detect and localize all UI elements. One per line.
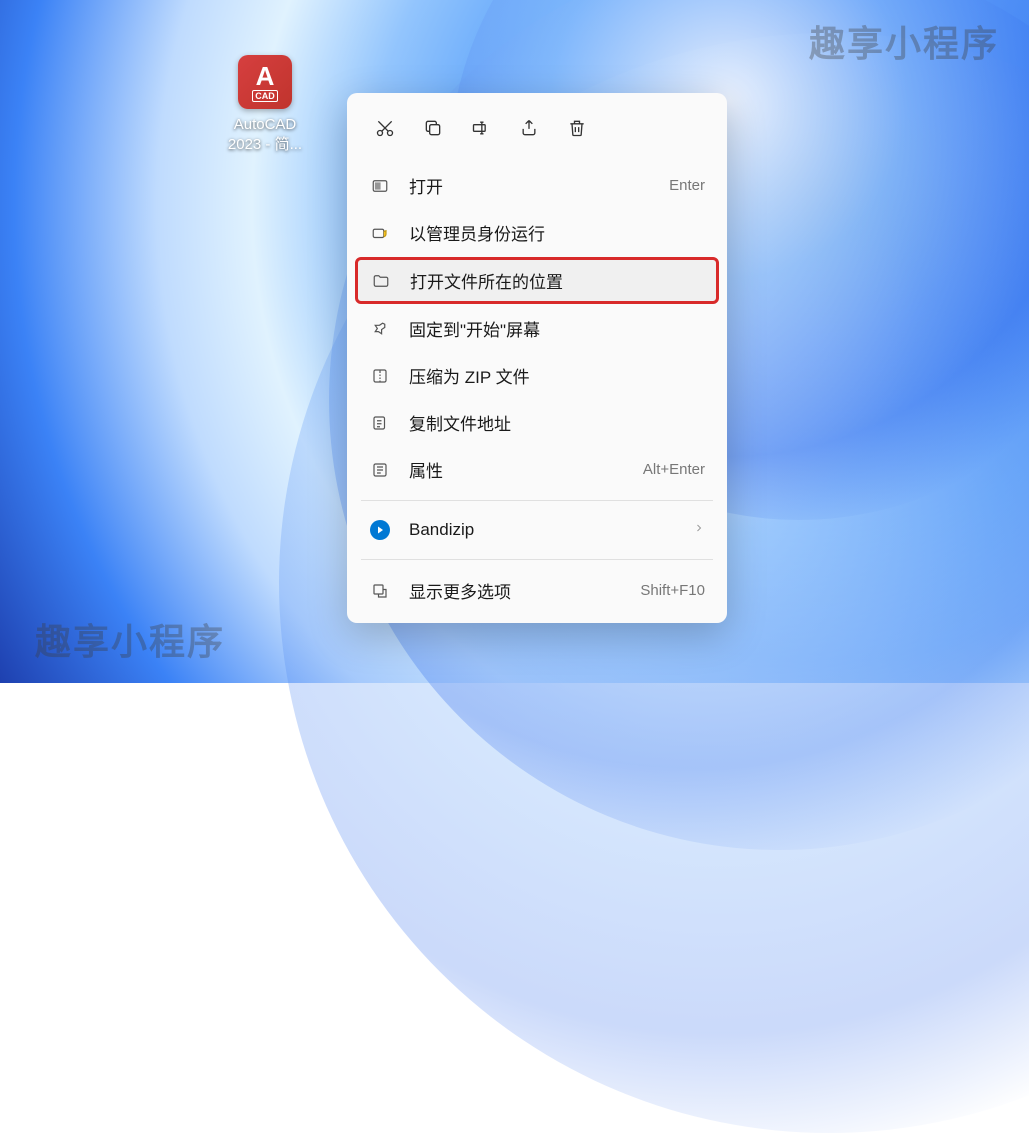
delete-icon [567, 118, 587, 138]
menu-label: 压缩为 ZIP 文件 [409, 363, 705, 388]
menu-separator [361, 559, 713, 560]
share-button[interactable] [507, 109, 551, 147]
rename-button[interactable] [459, 109, 503, 147]
menu-shortcut: Shift+F10 [640, 582, 705, 599]
menu-label: 打开文件所在的位置 [410, 268, 704, 293]
menu-item-open-file-location[interactable]: 打开文件所在的位置 [355, 257, 719, 304]
zip-icon [369, 365, 391, 387]
menu-label: 固定到"开始"屏幕 [409, 316, 705, 341]
menu-item-properties[interactable]: 属性 Alt+Enter [355, 447, 719, 492]
watermark-text: 趣享小程序 [35, 613, 225, 665]
menu-shortcut: Enter [669, 177, 705, 194]
quick-action-bar [355, 101, 719, 161]
desktop-shortcut-autocad[interactable]: A CAD AutoCAD 2023 - 简... [220, 55, 310, 156]
menu-label: 打开 [409, 173, 669, 198]
menu-label: 显示更多选项 [409, 578, 640, 603]
admin-shield-icon [369, 222, 391, 244]
folder-icon [370, 270, 392, 292]
menu-item-pin-to-start[interactable]: 固定到"开始"屏幕 [355, 306, 719, 351]
autocad-app-icon: A CAD [238, 55, 292, 109]
pin-icon [369, 318, 391, 340]
chevron-right-icon [693, 521, 705, 539]
menu-item-compress-zip[interactable]: 压缩为 ZIP 文件 [355, 353, 719, 398]
menu-label: 以管理员身份运行 [409, 220, 705, 245]
open-icon [369, 175, 391, 197]
bandizip-icon [369, 519, 391, 541]
show-more-icon [369, 580, 391, 602]
menu-label: Bandizip [409, 520, 693, 540]
menu-item-run-as-admin[interactable]: 以管理员身份运行 [355, 210, 719, 255]
menu-shortcut: Alt+Enter [643, 461, 705, 478]
copy-path-icon [369, 412, 391, 434]
menu-item-show-more-options[interactable]: 显示更多选项 Shift+F10 [355, 568, 719, 613]
context-menu: 打开 Enter 以管理员身份运行 打开文件所在的位置 固定到"开始"屏幕 [347, 93, 727, 623]
menu-label: 属性 [409, 457, 643, 482]
menu-item-bandizip[interactable]: Bandizip [355, 509, 719, 551]
cut-icon [375, 118, 395, 138]
properties-icon [369, 459, 391, 481]
menu-item-open[interactable]: 打开 Enter [355, 163, 719, 208]
menu-separator [361, 500, 713, 501]
share-icon [519, 118, 539, 138]
menu-label: 复制文件地址 [409, 410, 705, 435]
cut-button[interactable] [363, 109, 407, 147]
rename-icon [471, 118, 491, 138]
copy-button[interactable] [411, 109, 455, 147]
shortcut-label: AutoCAD 2023 - 简... [220, 115, 310, 156]
menu-item-copy-path[interactable]: 复制文件地址 [355, 400, 719, 445]
copy-icon [423, 118, 443, 138]
desktop-background[interactable]: 趣享小程序 趣享小程序 趣享小程序 A CAD AutoCAD 2023 - 简… [0, 0, 1029, 683]
delete-button[interactable] [555, 109, 599, 147]
